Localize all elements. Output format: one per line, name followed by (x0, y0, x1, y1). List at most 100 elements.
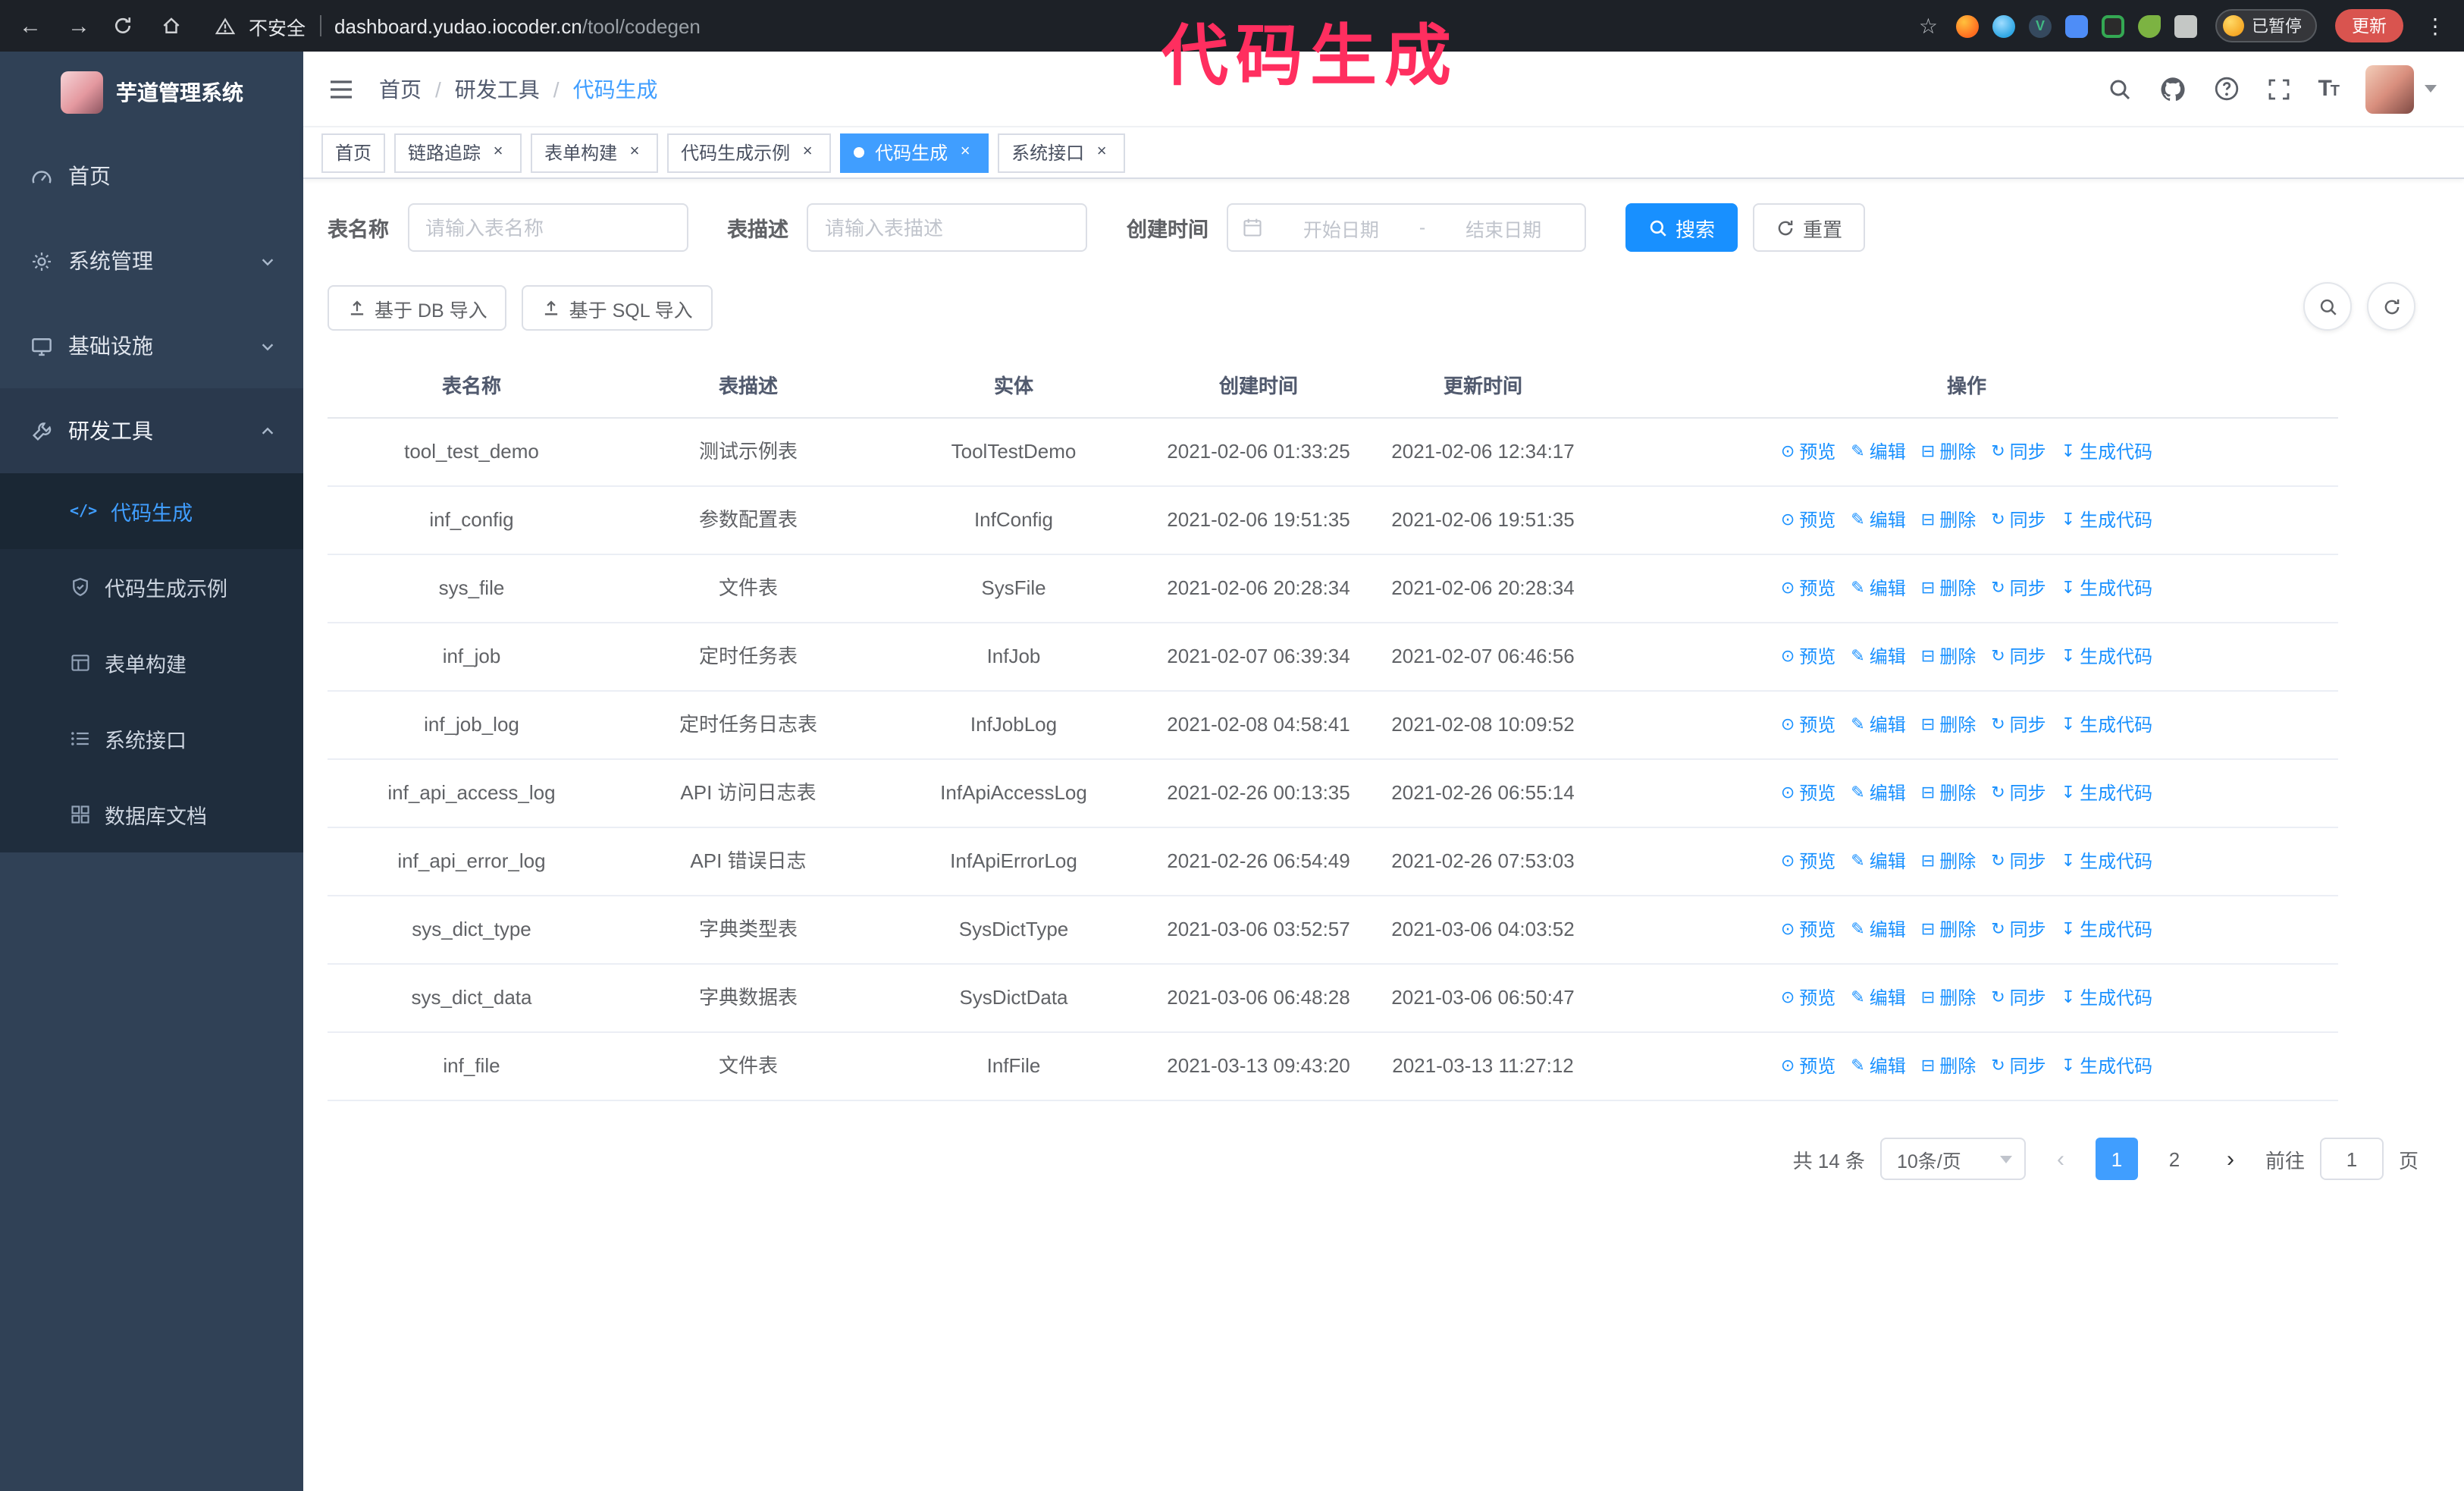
page-size-select[interactable]: 10条/页 (1879, 1138, 2026, 1180)
tab-close-icon[interactable] (625, 143, 644, 162)
puzzle-extensions-icon[interactable] (2174, 14, 2197, 37)
sidebar-item-infra[interactable]: 基础设施 (0, 303, 303, 388)
op-delete-link[interactable]: ⊟ 删除 (1921, 573, 1976, 604)
op-edit-link[interactable]: ✎ 编辑 (1851, 915, 1905, 945)
sidebar-item-devtools[interactable]: 研发工具 (0, 388, 303, 473)
op-delete-link[interactable]: ⊟ 删除 (1921, 642, 1976, 672)
op-delete-link[interactable]: ⊟ 删除 (1921, 778, 1976, 808)
refresh-button[interactable] (2367, 282, 2415, 331)
op-sync-link[interactable]: ↻ 同步 (1991, 505, 2045, 535)
op-delete-link[interactable]: ⊟ 删除 (1921, 1051, 1976, 1081)
extension-icon[interactable] (2138, 14, 2161, 37)
extension-icon[interactable] (1992, 14, 2015, 37)
import-db-button[interactable]: 基于 DB 导入 (328, 285, 507, 331)
op-generate-link[interactable]: ↧ 生成代码 (2061, 710, 2152, 740)
vue-devtools-icon[interactable]: V (2029, 14, 2052, 37)
update-button[interactable]: 更新 (2335, 9, 2403, 42)
sidebar-item-db-docs[interactable]: 数据库文档 (0, 777, 303, 852)
op-delete-link[interactable]: ⊟ 删除 (1921, 505, 1976, 535)
tab-close-icon[interactable] (798, 143, 817, 162)
op-edit-link[interactable]: ✎ 编辑 (1851, 846, 1905, 877)
app-logo[interactable]: 芋道管理系统 (0, 52, 303, 133)
extension-icon[interactable] (2065, 14, 2088, 37)
sidebar-item-form-builder[interactable]: 表单构建 (0, 625, 303, 701)
date-range-picker[interactable]: 开始日期 - 结束日期 (1227, 203, 1586, 252)
op-generate-link[interactable]: ↧ 生成代码 (2061, 642, 2152, 672)
op-preview-link[interactable]: ⊙ 预览 (1781, 915, 1835, 945)
op-preview-link[interactable]: ⊙ 预览 (1781, 983, 1835, 1013)
github-icon[interactable] (2158, 75, 2186, 102)
breadcrumb-devtools[interactable]: 研发工具 (455, 74, 540, 104)
op-edit-link[interactable]: ✎ 编辑 (1851, 1051, 1905, 1081)
op-sync-link[interactable]: ↻ 同步 (1991, 846, 2045, 877)
next-page-button[interactable]: › (2211, 1138, 2250, 1180)
op-preview-link[interactable]: ⊙ 预览 (1781, 710, 1835, 740)
op-preview-link[interactable]: ⊙ 预览 (1781, 846, 1835, 877)
op-generate-link[interactable]: ↧ 生成代码 (2061, 983, 2152, 1013)
sidebar-item-codegen[interactable]: </> 代码生成 (0, 473, 303, 549)
table-name-input[interactable] (407, 203, 688, 252)
browser-menu-icon[interactable]: ⋮ (2422, 13, 2449, 39)
op-generate-link[interactable]: ↧ 生成代码 (2061, 573, 2152, 604)
op-edit-link[interactable]: ✎ 编辑 (1851, 505, 1905, 535)
tab-home[interactable]: 首页 (321, 133, 386, 172)
fullscreen-icon[interactable] (2266, 77, 2290, 101)
tab-tracing[interactable]: 链路追踪 (394, 133, 522, 172)
op-sync-link[interactable]: ↻ 同步 (1991, 710, 2045, 740)
op-generate-link[interactable]: ↧ 生成代码 (2061, 778, 2152, 808)
tab-system-api[interactable]: 系统接口 (998, 133, 1126, 172)
op-edit-link[interactable]: ✎ 编辑 (1851, 983, 1905, 1013)
home-icon[interactable] (161, 15, 191, 36)
op-sync-link[interactable]: ↻ 同步 (1991, 983, 2045, 1013)
tab-codegen-example[interactable]: 代码生成示例 (667, 133, 832, 172)
op-sync-link[interactable]: ↻ 同步 (1991, 1051, 2045, 1081)
op-generate-link[interactable]: ↧ 生成代码 (2061, 915, 2152, 945)
op-sync-link[interactable]: ↻ 同步 (1991, 573, 2045, 604)
op-preview-link[interactable]: ⊙ 预览 (1781, 642, 1835, 672)
sidebar-item-home[interactable]: 首页 (0, 133, 303, 218)
toggle-search-button[interactable] (2303, 282, 2352, 331)
breadcrumb-home[interactable]: 首页 (379, 74, 422, 104)
search-button[interactable]: 搜索 (1625, 203, 1738, 252)
sidebar-item-system-api[interactable]: 系统接口 (0, 701, 303, 777)
op-preview-link[interactable]: ⊙ 预览 (1781, 505, 1835, 535)
tab-codegen[interactable]: 代码生成 (840, 133, 989, 172)
hamburger-icon[interactable] (303, 75, 379, 102)
extension-icon[interactable] (2102, 14, 2124, 37)
op-preview-link[interactable]: ⊙ 预览 (1781, 778, 1835, 808)
address-bar[interactable]: 不安全 dashboard.yudao.iocoder.cn/tool/code… (215, 11, 701, 40)
tab-close-icon[interactable] (488, 143, 508, 162)
op-sync-link[interactable]: ↻ 同步 (1991, 778, 2045, 808)
op-edit-link[interactable]: ✎ 编辑 (1851, 437, 1905, 467)
bookmark-star-icon[interactable]: ☆ (1919, 13, 1938, 39)
back-icon[interactable]: ← (15, 13, 45, 39)
op-sync-link[interactable]: ↻ 同步 (1991, 642, 2045, 672)
page-2-button[interactable]: 2 (2153, 1138, 2196, 1180)
op-delete-link[interactable]: ⊟ 删除 (1921, 710, 1976, 740)
op-generate-link[interactable]: ↧ 生成代码 (2061, 846, 2152, 877)
extension-icon[interactable] (1956, 14, 1979, 37)
op-edit-link[interactable]: ✎ 编辑 (1851, 573, 1905, 604)
font-size-icon[interactable]: TT (2318, 76, 2340, 102)
tab-close-icon[interactable] (1092, 143, 1111, 162)
tab-form-builder[interactable]: 表单构建 (531, 133, 659, 172)
help-icon[interactable] (2213, 76, 2239, 102)
op-delete-link[interactable]: ⊟ 删除 (1921, 983, 1976, 1013)
op-generate-link[interactable]: ↧ 生成代码 (2061, 505, 2152, 535)
tab-close-icon[interactable] (955, 143, 975, 162)
paused-badge[interactable]: 已暂停 (2215, 9, 2317, 42)
import-sql-button[interactable]: 基于 SQL 导入 (522, 285, 713, 331)
table-desc-input[interactable] (807, 203, 1087, 252)
page-1-button[interactable]: 1 (2095, 1138, 2138, 1180)
op-sync-link[interactable]: ↻ 同步 (1991, 437, 2045, 467)
sidebar-item-codegen-example[interactable]: 代码生成示例 (0, 549, 303, 625)
op-generate-link[interactable]: ↧ 生成代码 (2061, 437, 2152, 467)
op-delete-link[interactable]: ⊟ 删除 (1921, 915, 1976, 945)
reload-icon[interactable] (112, 15, 143, 36)
op-edit-link[interactable]: ✎ 编辑 (1851, 778, 1905, 808)
op-preview-link[interactable]: ⊙ 预览 (1781, 437, 1835, 467)
op-edit-link[interactable]: ✎ 编辑 (1851, 642, 1905, 672)
reset-button[interactable]: 重置 (1753, 203, 1866, 252)
op-edit-link[interactable]: ✎ 编辑 (1851, 710, 1905, 740)
op-sync-link[interactable]: ↻ 同步 (1991, 915, 2045, 945)
